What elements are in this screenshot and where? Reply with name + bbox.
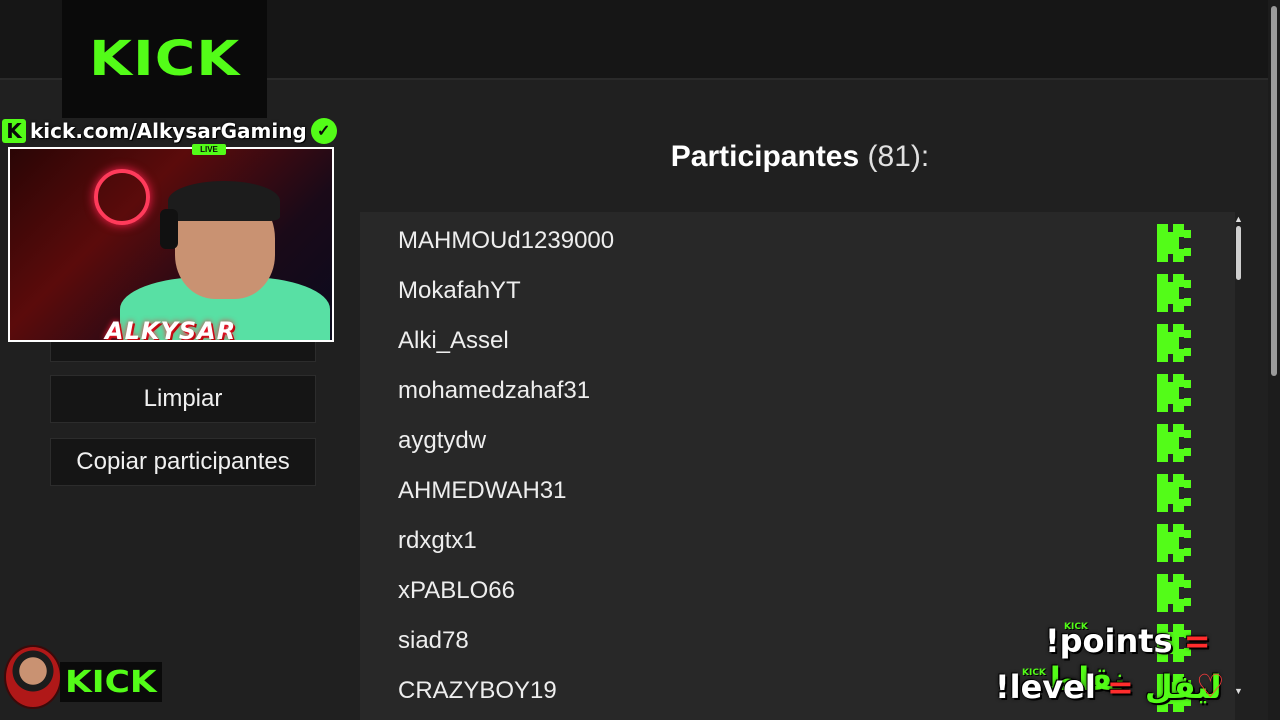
participant-name: siad78: [398, 627, 469, 654]
copy-participants-button[interactable]: Copiar participantes: [50, 438, 316, 486]
points-equals: =: [1183, 622, 1211, 660]
channel-url: kick.com/AlkysarGaming: [30, 119, 307, 143]
level-equals: =: [1106, 668, 1134, 706]
participant-row[interactable]: xPABLO66: [360, 566, 1235, 616]
live-badge: LIVE: [192, 144, 226, 155]
webcam-overlay: ALKYSAR: [8, 147, 334, 342]
kick-logo: KICK: [88, 31, 241, 87]
level-command: !level: [995, 668, 1096, 706]
participant-name: xPABLO66: [398, 577, 515, 604]
bottom-kick-text: KICK: [65, 664, 157, 700]
participant-name: mohamedzahaf31: [398, 377, 591, 404]
participants-list-scrollbar-thumb[interactable]: [1236, 226, 1241, 280]
kick-k-icon: [1157, 524, 1191, 562]
streamer-cap: [168, 181, 280, 221]
participant-name: aygtydw: [398, 427, 487, 454]
participants-count: (81):: [867, 140, 930, 173]
participant-name: MokafahYT: [398, 277, 521, 304]
bottom-kick-logo: KICK: [60, 662, 162, 702]
participant-name: Alki_Assel: [398, 327, 509, 354]
page-scrollbar[interactable]: [1268, 0, 1280, 720]
kick-k-icon: [1157, 374, 1191, 412]
participant-name: AHMEDWAH31: [398, 477, 567, 504]
kick-k-icon: [1157, 424, 1191, 462]
participant-row[interactable]: mohamedzahaf31: [360, 366, 1235, 416]
kick-k-icon: [1157, 224, 1191, 262]
participant-name: MAHMOUd1239000: [398, 227, 615, 254]
participant-row[interactable]: MokafahYT: [360, 266, 1235, 316]
neon-sign: [94, 169, 150, 225]
kick-k-icon: K: [2, 119, 26, 143]
participant-name: CRAZYBOY19: [398, 677, 557, 704]
kick-k-icon: [1157, 574, 1191, 612]
level-command-overlay: !level = ليفل: [995, 668, 1222, 706]
participant-row[interactable]: rdxgtx1: [360, 516, 1235, 566]
participant-name: rdxgtx1: [398, 527, 477, 554]
kick-k-icon: [1157, 274, 1191, 312]
kick-k-icon: [1157, 474, 1191, 512]
participant-row[interactable]: aygtydw: [360, 416, 1235, 466]
page-scrollbar-thumb[interactable]: [1271, 6, 1277, 376]
participant-row[interactable]: AHMEDWAH31: [360, 466, 1235, 516]
participant-row[interactable]: MAHMOUd1239000: [360, 216, 1235, 266]
kick-logo-overlay: KICK: [62, 0, 267, 118]
verified-check-icon: ✓: [310, 118, 337, 144]
streamer-name-logo: ALKYSAR: [105, 317, 237, 342]
scroll-up-icon[interactable]: ▲: [1234, 214, 1243, 224]
points-command: !points: [1045, 622, 1173, 660]
headset: [160, 209, 178, 249]
clear-button[interactable]: Limpiar: [50, 375, 316, 423]
streamer-avatar: [4, 645, 62, 709]
participants-title: Participantes (81):: [600, 140, 1000, 174]
heart-icon: ♡: [1196, 668, 1225, 704]
kick-k-icon: [1157, 324, 1191, 362]
participant-row[interactable]: Alki_Assel: [360, 316, 1235, 366]
participants-title-label: Participantes: [670, 140, 860, 173]
channel-url-banner: K kick.com/AlkysarGaming ✓: [2, 117, 337, 145]
